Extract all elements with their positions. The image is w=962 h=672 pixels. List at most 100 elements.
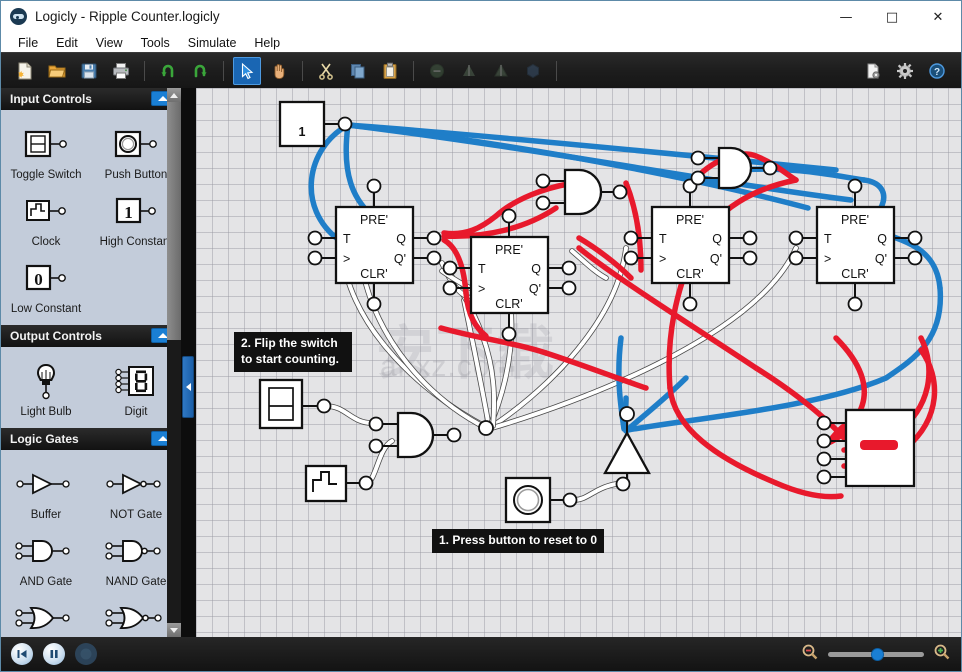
restart-simulation-button[interactable] — [11, 643, 33, 665]
palette-item-low-constant[interactable]: 0 Low Constant — [1, 252, 91, 319]
maximize-button[interactable]: □ — [869, 1, 915, 34]
shape-button[interactable] — [519, 57, 547, 85]
paste-button[interactable] — [376, 57, 404, 85]
svg-text:0: 0 — [34, 270, 43, 289]
sidebar-scrollbar-thumb[interactable] — [167, 102, 181, 340]
skip-back-icon — [17, 650, 27, 658]
palette-item-clock[interactable]: Clock — [1, 185, 91, 252]
ff2-qn-label: Q' — [529, 282, 541, 296]
section-title: Output Controls — [10, 329, 102, 343]
cut-button[interactable] — [312, 57, 340, 85]
pause-simulation-button[interactable] — [43, 643, 65, 665]
minimize-button[interactable]: — — [823, 1, 869, 34]
new-file-button[interactable] — [11, 57, 39, 85]
redo-button[interactable] — [186, 57, 214, 85]
buffer-gate-icon — [11, 464, 81, 504]
input-controls-grid: Toggle Switch Push Button Clock 1 High C… — [1, 118, 181, 319]
close-button[interactable]: ✕ — [915, 1, 961, 34]
annotation-line-1: 2. Flip the switch — [241, 336, 338, 350]
component-sidebar: Input Controls Toggle Switch Push Button… — [1, 88, 181, 653]
zoom-slider[interactable] — [828, 647, 924, 661]
scroll-down-arrow-icon[interactable] — [167, 623, 181, 637]
align-right-icon — [494, 63, 508, 76]
ff2-t-label: T — [478, 262, 486, 276]
annotation-line-1: 1. Press button to reset to 0 — [439, 533, 598, 547]
section-title: Input Controls — [10, 92, 92, 106]
menu-item-help[interactable]: Help — [245, 34, 289, 52]
palette-item-label: NOT Gate — [109, 509, 163, 521]
palette-item-toggle-switch[interactable]: Toggle Switch — [1, 118, 91, 185]
main-toolbar: ? — [1, 52, 961, 88]
high-constant-block[interactable]: 1 — [278, 100, 353, 148]
digit-display-component[interactable] — [816, 408, 916, 488]
ff4-clr-label: CLR' — [841, 267, 868, 281]
select-tool-button[interactable] — [233, 56, 261, 85]
simulation-status-bar — [1, 637, 961, 671]
and-gate-icon — [11, 531, 81, 571]
help-button[interactable]: ? — [923, 57, 951, 85]
palette-item-buffer[interactable]: Buffer — [1, 458, 91, 525]
section-header-output-controls[interactable]: Output Controls — [1, 325, 181, 347]
toggle-switch-icon — [18, 124, 74, 164]
maximize-icon: □ — [885, 10, 899, 25]
not-gate-icon — [101, 464, 171, 504]
ff3-clr-label: CLR' — [676, 267, 703, 281]
digit-segment-middle — [860, 440, 898, 450]
output-pin — [337, 116, 353, 132]
logic-gates-grid: Buffer NOT Gate AND Gate NAND Gate — [1, 458, 181, 647]
sidebar-collapse-handle[interactable] — [182, 356, 194, 418]
settings-button[interactable] — [891, 57, 919, 85]
menu-item-simulate[interactable]: Simulate — [179, 34, 246, 52]
ff3-qn-label: Q' — [710, 252, 722, 266]
or-gate-icon — [11, 598, 81, 638]
print-button[interactable] — [107, 57, 135, 85]
align-left-button[interactable] — [455, 57, 483, 85]
document-gear-icon — [867, 63, 880, 79]
low-wires — [323, 245, 799, 503]
zoom-controls — [801, 643, 951, 666]
pan-tool-button[interactable] — [265, 57, 293, 85]
chevron-left-icon — [185, 383, 191, 391]
section-body-logic-gates: Buffer NOT Gate AND Gate NAND Gate — [1, 450, 181, 653]
palette-item-light-bulb[interactable]: Light Bulb — [1, 355, 91, 422]
flipflop-1[interactable]: PRE' T > CLR' Q Q' — [307, 178, 442, 312]
document-properties-button[interactable] — [859, 57, 887, 85]
sidebar-scrollbar[interactable] — [167, 88, 181, 637]
ff2-q-label: Q — [531, 262, 541, 276]
palette-item-label: Digit — [124, 406, 148, 418]
menu-item-view[interactable]: View — [87, 34, 132, 52]
pause-icon — [50, 650, 58, 658]
scroll-up-arrow-icon[interactable] — [167, 88, 181, 102]
align-right-button[interactable] — [487, 57, 515, 85]
zoom-fit-button[interactable] — [423, 57, 451, 85]
step-simulation-button[interactable] — [75, 643, 97, 665]
open-file-button[interactable] — [43, 57, 71, 85]
logicly-logo-icon — [10, 8, 27, 25]
circuit-canvas[interactable]: 安下载 anxz.com .w-red { fill:none; stroke:… — [195, 88, 961, 637]
ff1-t-label: T — [343, 232, 351, 246]
clock-component[interactable] — [304, 464, 374, 503]
zoom-out-button[interactable] — [801, 643, 819, 666]
flipflop-4[interactable]: PRE' T > CLR' Q Q' — [788, 178, 923, 312]
menu-item-tools[interactable]: Tools — [132, 34, 179, 52]
palette-item-and-gate[interactable]: AND Gate — [1, 525, 91, 592]
new-document-icon — [18, 62, 32, 79]
menu-item-edit[interactable]: Edit — [47, 34, 87, 52]
toggle-switch-component[interactable] — [258, 378, 332, 430]
zoom-slider-thumb[interactable] — [871, 647, 884, 661]
and-gate-top-middle[interactable] — [535, 168, 628, 216]
copy-button[interactable] — [344, 57, 372, 85]
zoom-in-button[interactable] — [933, 643, 951, 666]
push-button-component[interactable] — [504, 476, 578, 524]
section-header-input-controls[interactable]: Input Controls — [1, 88, 181, 110]
undo-button[interactable] — [154, 57, 182, 85]
section-title: Logic Gates — [10, 432, 79, 446]
save-file-button[interactable] — [75, 57, 103, 85]
step-dot-icon — [80, 648, 92, 660]
section-header-logic-gates[interactable]: Logic Gates — [1, 428, 181, 450]
close-icon: ✕ — [932, 10, 944, 25]
seven-segment-digit-icon — [108, 361, 164, 401]
flipflop-3[interactable]: PRE' T > CLR' Q Q' — [623, 178, 758, 312]
menu-item-file[interactable]: File — [9, 34, 47, 52]
high-constant-value: 1 — [299, 125, 306, 139]
